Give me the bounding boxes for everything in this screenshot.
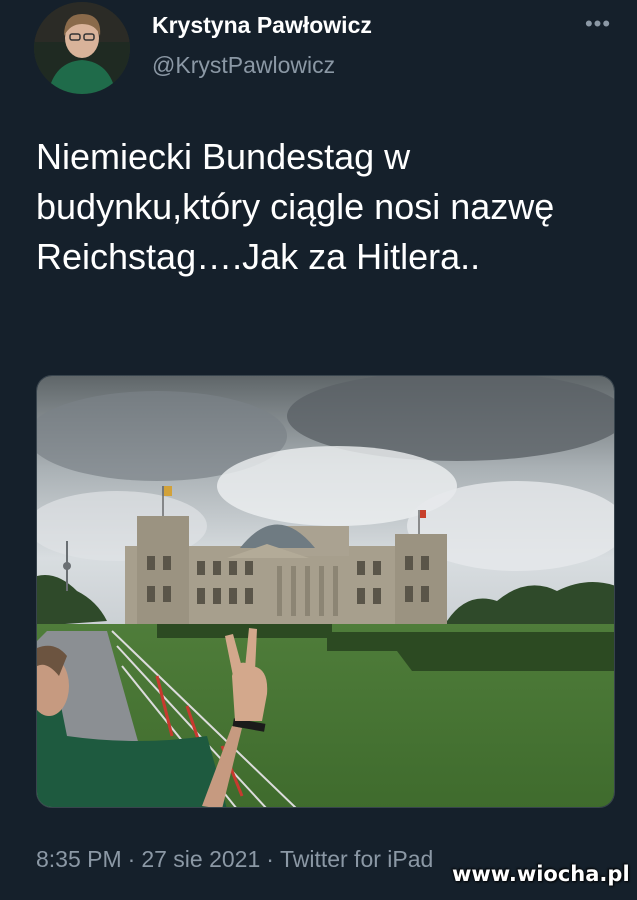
separator-dot: ·	[127, 846, 136, 872]
site-watermark: www.wiocha.pl	[452, 862, 630, 886]
tweet-text: Niemiecki Bundestag w budynku,który ciąg…	[36, 136, 555, 277]
author-handle[interactable]: @KrystPawlowicz	[152, 52, 335, 79]
tweet-date[interactable]: 27 sie 2021	[141, 846, 260, 873]
reichstag-photo-image	[37, 376, 614, 807]
tweet-metadata: 8:35 PM · 27 sie 2021 · Twitter for iPad	[36, 846, 433, 873]
tweet-time[interactable]: 8:35 PM	[36, 846, 122, 873]
tweet-photo[interactable]	[36, 375, 615, 808]
avatar[interactable]	[34, 2, 130, 94]
more-options-button[interactable]: •••	[578, 10, 618, 38]
separator-dot: ·	[266, 846, 274, 872]
tweet-source[interactable]: Twitter for iPad	[280, 846, 433, 873]
author-display-name[interactable]: Krystyna Pawłowicz	[152, 12, 372, 39]
more-dots-icon: •••	[584, 11, 612, 36]
